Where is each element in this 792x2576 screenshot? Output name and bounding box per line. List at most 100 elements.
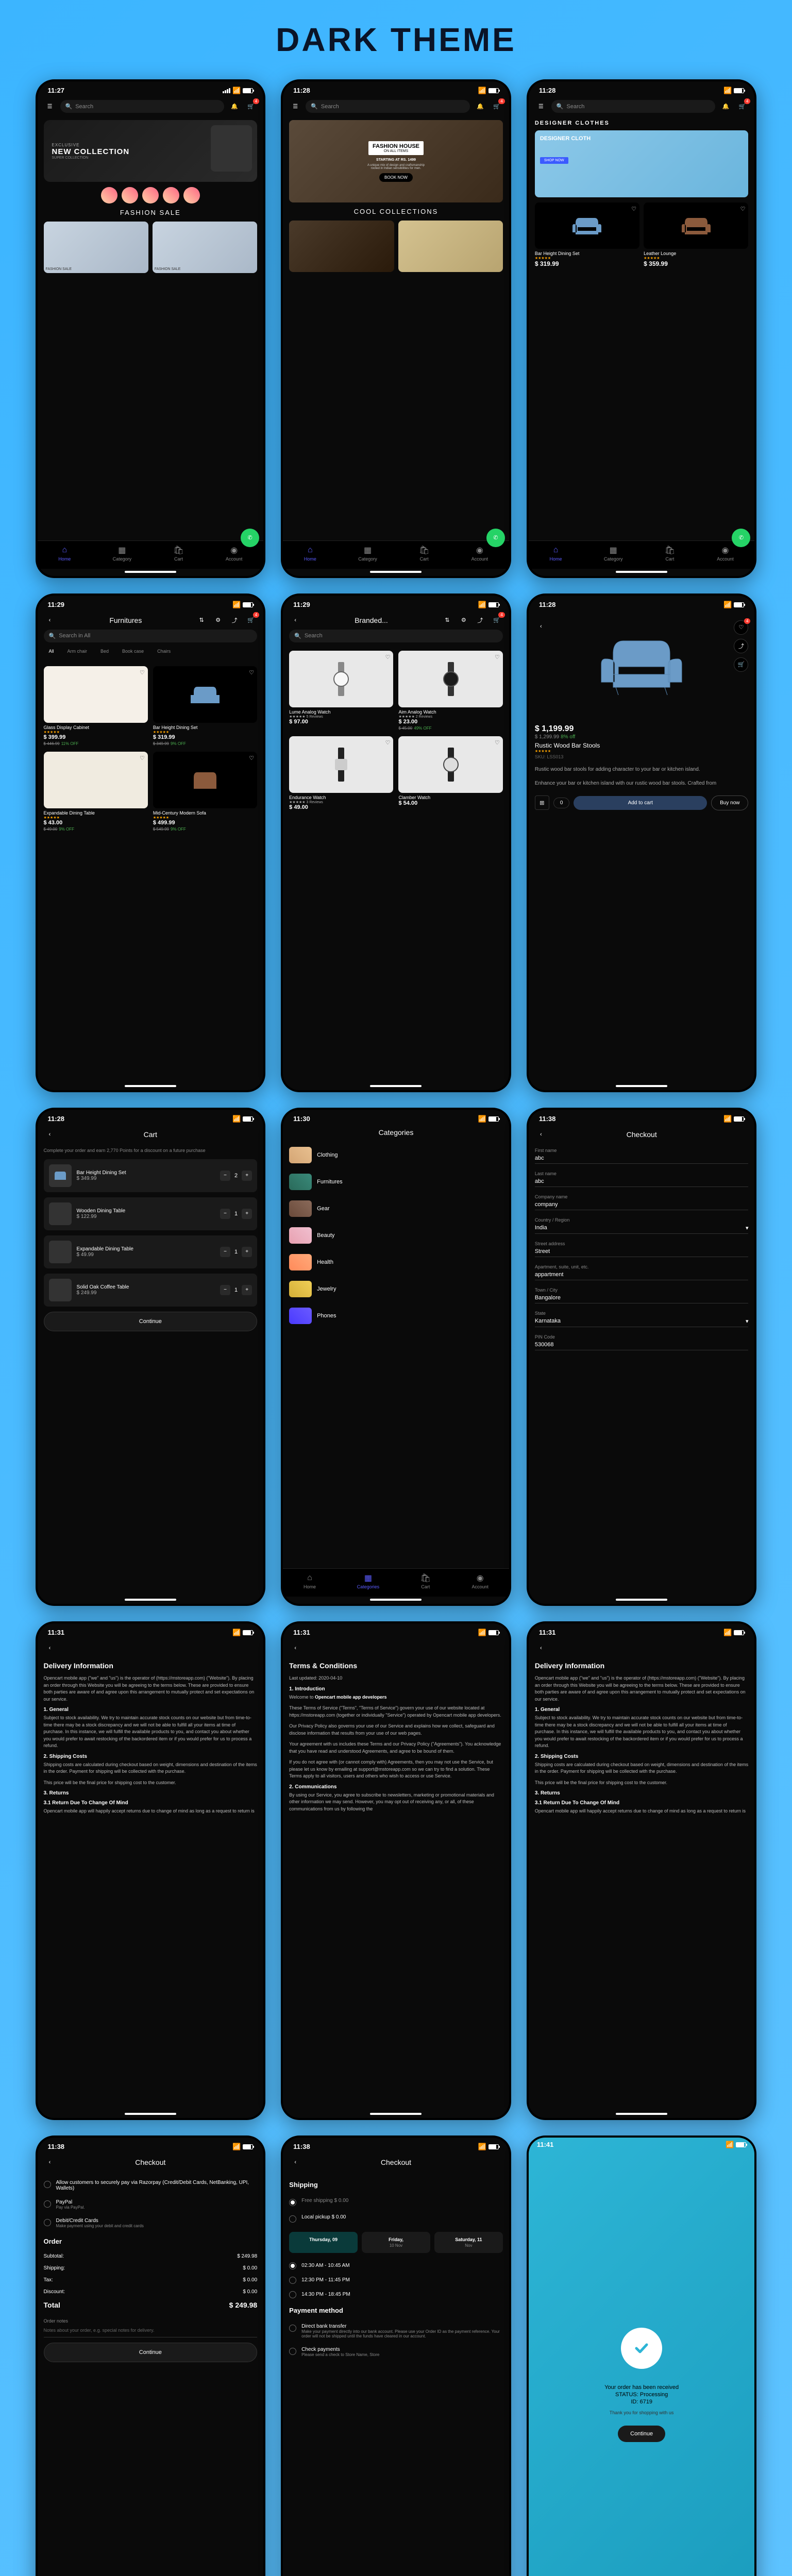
payment-option[interactable]: Check paymentsPlease send a check to Sto… [289, 2343, 503, 2361]
qty-minus[interactable]: − [220, 1209, 230, 1219]
notif-icon[interactable]: 🔔 [719, 100, 732, 113]
share-icon[interactable]: ⤴ [734, 639, 748, 653]
nav-categories[interactable]: ▦Categories [357, 1573, 380, 1589]
nav-account[interactable]: ◉Account [717, 545, 734, 562]
product-card[interactable]: ♡ Leather Lounge★★★★★$ 359.99 [644, 202, 748, 269]
category-item[interactable]: Clothing [289, 1144, 503, 1166]
nav-account[interactable]: ◉Account [226, 545, 243, 562]
cart-icon[interactable]: 🛒4 [736, 100, 748, 113]
product-card[interactable]: FASHION SALE [44, 222, 148, 273]
qty-minus[interactable]: − [220, 1247, 230, 1257]
fashion-hero[interactable]: FASHION HOUSE ON ALL ITEMS STARTING AT R… [289, 120, 503, 202]
cart-icon[interactable]: 🛒4 [491, 614, 503, 626]
back-icon[interactable]: ‹ [535, 1128, 547, 1141]
back-icon[interactable]: ‹ [44, 2156, 56, 2168]
menu-icon[interactable]: ☰ [44, 100, 56, 113]
product-card[interactable]: ♡ Expandable Dining Table★★★★★ $ 43.00 $… [44, 752, 148, 832]
pincode-field[interactable]: PIN Code530068 [535, 1334, 749, 1350]
search-input[interactable]: 🔍Search [306, 100, 470, 113]
product-card[interactable]: ♡ Aim Analog Watch★★★★★ 2 Reviews $ 23.0… [398, 651, 502, 731]
continue-button[interactable]: Continue [44, 1312, 258, 1331]
continue-button[interactable]: Continue [44, 2343, 258, 2362]
time-option[interactable]: 02:30 AM - 10:45 AM [289, 2258, 503, 2273]
category-item[interactable]: Gear [289, 1197, 503, 1220]
qty-plus[interactable]: + [242, 1171, 252, 1181]
date-option[interactable]: Thursday, 09 [289, 2232, 358, 2253]
share-icon[interactable]: ⤴ [228, 614, 241, 626]
back-icon[interactable]: ‹ [289, 2156, 301, 2168]
nav-home[interactable]: ⌂Home [304, 1573, 316, 1589]
product-card[interactable]: ♡ Bar Height Dining Set★★★★★$ 319.99 [535, 202, 639, 269]
back-icon[interactable]: ‹ [44, 614, 56, 626]
filter-icon[interactable]: ⚙ [212, 614, 224, 626]
filter-pill[interactable]: Book case [117, 647, 149, 656]
city-field[interactable]: Town / CityBangalore [535, 1287, 749, 1303]
qty-plus[interactable]: + [242, 1285, 252, 1295]
nav-account[interactable]: ◉Account [471, 1573, 488, 1589]
product-card[interactable]: FASHION SALE [153, 222, 257, 273]
cart-icon[interactable]: 🛒4 [734, 657, 748, 672]
filter-icon[interactable]: ⚙ [458, 614, 470, 626]
search-input[interactable]: 🔍Search [551, 100, 716, 113]
nav-cart[interactable]: 🛍Cart [174, 545, 184, 562]
nav-category[interactable]: ▦Category [113, 545, 132, 562]
nav-cart[interactable]: 🛍Cart [419, 545, 429, 562]
continue-button[interactable]: Continue [618, 2426, 665, 2442]
time-option[interactable]: 12:30 PM - 11:45 PM [289, 2273, 503, 2287]
filter-pill[interactable]: All [44, 647, 59, 656]
book-now-button[interactable]: BOOK NOW [379, 173, 413, 182]
search-input[interactable]: 🔍Search [289, 630, 503, 642]
state-field[interactable]: StateKarnataka▾ [535, 1311, 749, 1327]
nav-cart[interactable]: 🛍4Cart [420, 1573, 431, 1589]
heart-icon[interactable]: ♡ [740, 206, 746, 212]
order-notes-field[interactable]: Notes about your order, e.g. special not… [44, 2326, 258, 2337]
heart-icon[interactable]: ♡ [495, 739, 500, 746]
product-card[interactable]: ♡ Lume Analog Watch★★★★★ 5 Reviews $ 97.… [289, 651, 393, 731]
product-card[interactable]: ♡ Bar Height Dining Set★★★★★ $ 319.99 $ … [153, 666, 257, 747]
last-name-field[interactable]: Last nameabc [535, 1171, 749, 1187]
grid-view-icon[interactable]: ⊞ [535, 795, 549, 810]
cart-icon[interactable]: 🛒4 [245, 100, 257, 113]
date-option[interactable]: Friday,10 Nov [362, 2232, 430, 2253]
qty-plus[interactable]: + [242, 1209, 252, 1219]
time-option[interactable]: 14:30 PM - 18:45 PM [289, 2287, 503, 2301]
menu-icon[interactable]: ☰ [535, 100, 547, 113]
heart-icon[interactable]: ♡ [140, 669, 145, 676]
qty-minus[interactable]: − [220, 1171, 230, 1181]
category-item[interactable]: Phones [289, 1304, 503, 1327]
shipping-option[interactable]: Free shipping $ 0.00 [289, 2194, 503, 2210]
back-icon[interactable]: ‹ [44, 1128, 56, 1141]
whatsapp-icon[interactable]: ✆ [486, 529, 505, 547]
street-field[interactable]: Street addressStreet [535, 1241, 749, 1257]
category-item[interactable]: Jewelry [289, 1278, 503, 1300]
payment-option[interactable]: Allow customers to securely pay via Razo… [44, 2176, 258, 2195]
nav-cart[interactable]: 🛍Cart [665, 545, 675, 562]
cart-icon[interactable]: 🛒4 [491, 100, 503, 113]
payment-option[interactable]: Direct bank transferMake your payment di… [289, 2319, 503, 2343]
heart-icon[interactable]: ♡ [249, 755, 254, 761]
category-item[interactable]: Furnitures [289, 1171, 503, 1193]
product-card[interactable]: ♡ Endurance Watch★★★★★ 3 Reviews $ 49.00 [289, 736, 393, 810]
payment-option[interactable]: Debit/Credit CardsMake payment using you… [44, 2214, 258, 2232]
country-field[interactable]: Country / RegionIndia▾ [535, 1217, 749, 1234]
first-name-field[interactable]: First nameabc [535, 1148, 749, 1164]
filter-pill[interactable]: Bed [95, 647, 114, 656]
whatsapp-icon[interactable]: ✆ [241, 529, 259, 547]
company-field[interactable]: Company namecompany [535, 1194, 749, 1210]
product-card[interactable]: ♡ Glass Display Cabinet★★★★★ $ 399.99 $ … [44, 666, 148, 747]
category-item[interactable]: Health [289, 1251, 503, 1274]
product-card[interactable]: ♡ Mid-Century Modern Sofa★★★★★ $ 499.99 … [153, 752, 257, 832]
nav-home[interactable]: ⌂Home [550, 545, 562, 562]
product-card[interactable]: ♡ Clamber Watch $ 54.00 [398, 736, 502, 810]
product-card[interactable] [398, 221, 503, 272]
qty-minus[interactable]: − [220, 1285, 230, 1295]
search-input[interactable]: 🔍Search in All [44, 630, 258, 642]
nav-category[interactable]: ▦Category [604, 545, 623, 562]
heart-icon[interactable]: ♡ [495, 654, 500, 660]
back-icon[interactable]: ‹ [289, 1642, 301, 1654]
shipping-option[interactable]: Local pickup $ 0.00 [289, 2210, 503, 2227]
notif-icon[interactable]: 🔔 [228, 100, 241, 113]
whatsapp-icon[interactable]: ✆ [732, 529, 750, 547]
search-input[interactable]: 🔍Search [60, 100, 225, 113]
back-icon[interactable]: ‹ [535, 1642, 547, 1654]
